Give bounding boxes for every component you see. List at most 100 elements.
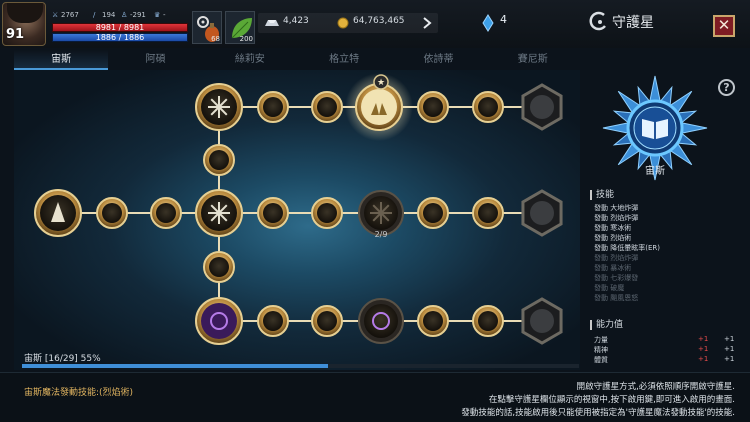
skill-item: 發動 寒冰術 — [594, 224, 632, 232]
sword-icon: ⚔ — [52, 10, 59, 19]
tab-zeus[interactable]: 宙斯 — [14, 50, 109, 70]
attribute-label: 精神 — [594, 346, 608, 354]
blade-icon: / — [93, 10, 96, 19]
character-level: 91 — [6, 27, 25, 42]
hint-line-1: 開啟守護星方式,必須依照順序開啟守護星. — [576, 382, 735, 392]
constellation-node[interactable] — [257, 197, 289, 229]
emblem-name: 宙斯 — [645, 166, 665, 177]
attack-value: 2767 — [61, 11, 79, 19]
mp-text: 1886 / 1886 — [95, 33, 145, 42]
constellation-node[interactable] — [257, 91, 289, 123]
currency-expand-chevron-icon[interactable] — [422, 17, 432, 29]
stat-2-value: 194 — [102, 11, 116, 19]
hint-line-3: 發動技能的話,技能啟用後只能使用被指定為'守護星魔法發動技能'的技能. — [461, 408, 735, 418]
quickslot-herb-count: 200 — [239, 35, 253, 43]
constellation-node[interactable] — [203, 144, 235, 176]
constellation-node[interactable] — [195, 189, 243, 237]
constellation-node[interactable] — [472, 197, 504, 229]
gold-amount: 64,763,465 — [353, 16, 405, 26]
attack-stat: ⚔ 2767 — [52, 11, 79, 19]
skill-item: 發動 破魔 — [594, 284, 625, 292]
hp-text: 8981 / 8981 — [95, 23, 145, 32]
attribute-total: +1 — [724, 345, 735, 353]
constellation-node[interactable] — [472, 91, 504, 123]
attributes-heading: 能力值 — [590, 320, 623, 330]
stat-3-value: -291 — [130, 11, 146, 19]
constellation-node[interactable] — [34, 189, 82, 237]
stat-2: / 194 — [93, 11, 115, 19]
attribute-row: 力量 +1 +1 — [594, 335, 734, 345]
top-bar: 91 ⚔ 2767 / 194 ♙ -291 ♛ - 8981 / 8981 1886 … — [0, 0, 750, 48]
close-button[interactable]: ✕ — [713, 15, 735, 37]
quickslot-herb[interactable]: 200 — [225, 11, 255, 44]
stat-4: ♛ - — [154, 11, 166, 19]
constellation-node[interactable] — [311, 305, 343, 337]
skill-item: 發動 烈焰炸彈 — [594, 254, 639, 262]
constellation-tree-graph: ★ 2/9 — [34, 73, 563, 345]
skills-heading: 技能 — [590, 190, 614, 200]
constellation-node[interactable] — [521, 83, 563, 131]
constellation-logo-icon — [589, 11, 606, 31]
hp-bar: 8981 / 8981 — [52, 23, 188, 32]
constellation-node[interactable] — [311, 91, 343, 123]
trophy-icon: ♛ — [154, 10, 161, 19]
constellation-node[interactable] — [150, 197, 182, 229]
constellation-node[interactable] — [96, 197, 128, 229]
stat-3: ♙ -291 — [121, 11, 146, 19]
constellation-node[interactable] — [311, 197, 343, 229]
constellation-node[interactable] — [257, 305, 289, 337]
panel-title: 守護星 — [612, 15, 654, 31]
constellation-node[interactable] — [417, 305, 449, 337]
constellation-node[interactable] — [195, 83, 243, 131]
currency-bar: 4,423 64,763,465 — [258, 13, 438, 33]
attribute-total: +1 — [724, 335, 735, 343]
help-button[interactable]: ? — [718, 79, 735, 96]
skill-item: 發動 七彩爆發 — [594, 274, 639, 282]
gem-amount: 4 — [500, 13, 507, 26]
attribute-label: 力量 — [594, 336, 608, 344]
tab-gelite[interactable]: 格立特 — [297, 50, 391, 70]
progress-label: 宙斯 [16/29] 55% — [24, 354, 101, 364]
attribute-total: +1 — [724, 355, 735, 363]
constellation-node[interactable] — [417, 197, 449, 229]
quickslot-potion-count: 68 — [211, 35, 220, 43]
constellation-node[interactable] — [521, 297, 563, 345]
progress-bar-fill — [22, 364, 329, 368]
progress-bar — [22, 364, 579, 368]
constellation-node[interactable] — [472, 305, 504, 337]
attribute-bonus: +1 — [698, 355, 709, 363]
tree-links — [58, 106, 542, 322]
attribute-row: 精神 +1 +1 — [594, 345, 734, 355]
attribute-label: 體質 — [594, 356, 608, 364]
constellation-node[interactable] — [417, 91, 449, 123]
spell-activation-text: 宙斯魔法發動技能:(烈焰術) — [24, 388, 134, 398]
constellation-node[interactable] — [358, 190, 404, 236]
silver-amount: 4,423 — [283, 16, 309, 26]
attribute-bonus: +1 — [698, 335, 709, 343]
svg-text:★: ★ — [377, 78, 385, 88]
tab-yishidi[interactable]: 依詩蒂 — [391, 50, 485, 70]
skill-item: 發動 暴冰術 — [594, 264, 632, 272]
mp-bar: 1886 / 1886 — [52, 33, 188, 42]
tab-sainisi[interactable]: 賽尼斯 — [486, 50, 580, 70]
skill-item: 發動 大地炸彈 — [594, 204, 639, 212]
hint-line-2: 在點擊守護星欄位顯示的視窗中,按下啟用鍵,即可進入啟用的畫面. — [488, 395, 735, 405]
skill-item: 發動 烈焰術 — [594, 234, 632, 242]
constellation-node[interactable] — [195, 297, 243, 345]
tab-silian[interactable]: 絲莉安 — [203, 50, 297, 70]
quickslot-potion[interactable]: 68 — [192, 11, 222, 44]
constellation-node[interactable] — [203, 251, 235, 283]
footer: 宙斯魔法發動技能:(烈焰術) 開啟守護星方式,必須依照順序開啟守護星. 在點擊守… — [0, 372, 750, 422]
attribute-bonus: +1 — [698, 345, 709, 353]
constellation-node[interactable] — [521, 189, 563, 237]
attribute-row: 體質 +1 +1 — [594, 355, 734, 365]
silver-ingot-icon — [265, 20, 279, 26]
constellation-node[interactable] — [358, 298, 404, 344]
skill-item: 發動 降低暈眩率(ER) — [594, 244, 660, 252]
node-counter: 2/9 — [375, 230, 388, 239]
skill-item: 發動 烈焰炸彈 — [594, 214, 639, 222]
skill-item: 發動 颶風恩怒 — [594, 294, 639, 302]
tab-ashuo[interactable]: 阿碩 — [108, 50, 202, 70]
stat-4-value: - — [163, 11, 166, 19]
constellation-tabs: 宙斯 阿碩 絲莉安 格立特 依詩蒂 賽尼斯 — [14, 50, 580, 70]
